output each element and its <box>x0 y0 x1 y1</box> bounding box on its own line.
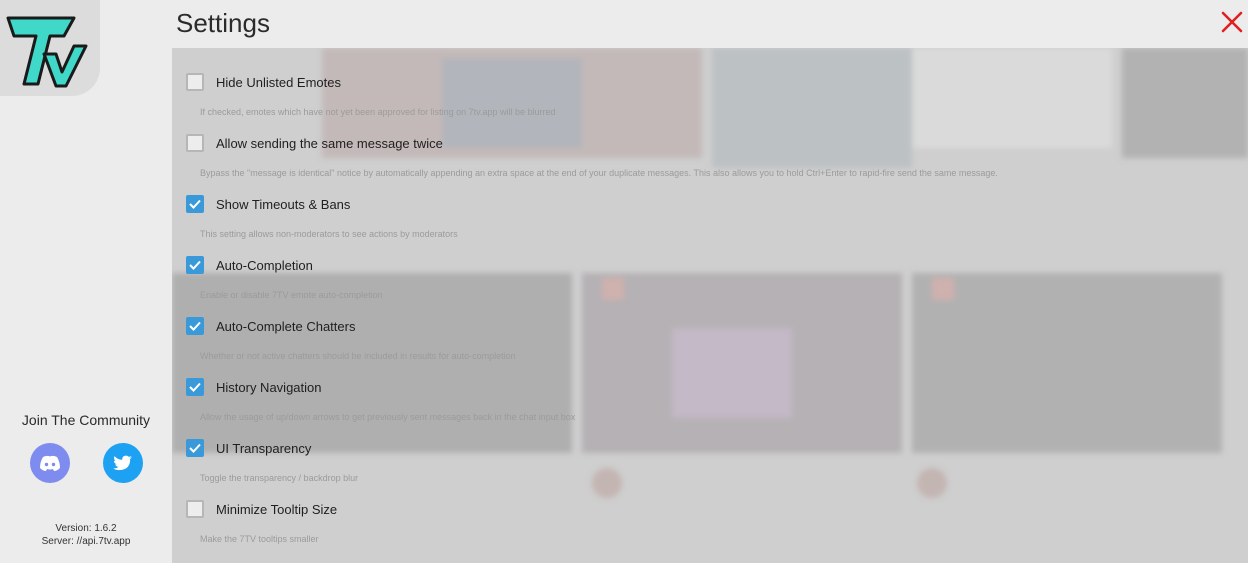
checkmark-icon <box>189 321 201 331</box>
setting-item: Auto-Completion Enable or disable 7TV emo… <box>186 256 1236 317</box>
checkmark-icon <box>189 199 201 209</box>
setting-label: Hide Unlisted Emotes <box>216 74 341 90</box>
setting-item: Auto-Complete Chatters Whether or not act… <box>186 317 1236 378</box>
setting-description: This setting allows non-moderators to se… <box>200 229 458 239</box>
settings-list: Hide Unlisted Emotes If checked, emotes w… <box>186 73 1236 561</box>
settings-panel: Hide Unlisted Emotes If checked, emotes w… <box>172 48 1248 563</box>
setting-toggle-row[interactable]: Show Timeouts & Bans <box>186 195 1236 213</box>
setting-toggle-row[interactable]: Minimize Tooltip Size <box>186 500 1236 518</box>
setting-toggle-row[interactable]: UI Transparency <box>186 439 1236 457</box>
discord-button[interactable] <box>30 443 70 483</box>
community-label: Join The Community <box>21 412 151 428</box>
setting-label: Auto-Complete Chatters <box>216 318 356 334</box>
setting-checkbox[interactable] <box>186 378 204 396</box>
discord-icon <box>40 455 60 471</box>
page-title: Settings <box>176 8 270 38</box>
setting-label: UI Transparency <box>216 440 312 456</box>
setting-toggle-row[interactable]: Hide Unlisted Emotes <box>186 73 1236 91</box>
server-text: Server: //api.7tv.app <box>41 536 131 547</box>
setting-description: Allow the usage of up/down arrows to get… <box>200 412 576 422</box>
version-info: Version: 1.6.2 Server: //api.7tv.app <box>0 522 172 548</box>
checkmark-icon <box>189 443 201 453</box>
settings-header: Settings <box>172 0 1248 48</box>
setting-label: Auto-Completion <box>216 257 313 273</box>
setting-description: Make the 7TV tooltips smaller <box>200 534 319 544</box>
checkmark-icon <box>189 382 201 392</box>
7tv-logo <box>0 0 100 96</box>
setting-checkbox[interactable] <box>186 134 204 152</box>
close-icon[interactable] <box>1220 10 1244 34</box>
setting-item: UI Transparency Toggle the transparency /… <box>186 439 1236 500</box>
setting-item: History Navigation Allow the usage of up/… <box>186 378 1236 439</box>
setting-checkbox[interactable] <box>186 439 204 457</box>
setting-checkbox[interactable] <box>186 73 204 91</box>
version-text: Version: 1.6.2 <box>55 523 117 534</box>
setting-checkbox[interactable] <box>186 500 204 518</box>
setting-toggle-row[interactable]: Auto-Completion <box>186 256 1236 274</box>
setting-description: Enable or disable 7TV emote auto-complet… <box>200 290 383 300</box>
setting-item: Show Timeouts & Bans This setting allows … <box>186 195 1236 256</box>
setting-item: Minimize Tooltip Size Make the 7TV toolti… <box>186 500 1236 561</box>
setting-description: Toggle the transparency / backdrop blur <box>200 473 359 483</box>
setting-toggle-row[interactable]: Allow sending the same message twice <box>186 134 1236 152</box>
setting-label: Allow sending the same message twice <box>216 135 443 151</box>
setting-item: Allow sending the same message twice Bypa… <box>186 134 1236 195</box>
setting-toggle-row[interactable]: Auto-Complete Chatters <box>186 317 1236 335</box>
checkmark-icon <box>189 260 201 270</box>
setting-label: Show Timeouts & Bans <box>216 196 351 212</box>
twitter-icon <box>113 455 133 470</box>
sidebar: Join The Community Version: 1.6.2 Server… <box>0 0 172 563</box>
setting-toggle-row[interactable]: History Navigation <box>186 378 1236 396</box>
setting-description: Whether or not active chatters should be… <box>200 351 516 361</box>
setting-checkbox[interactable] <box>186 317 204 335</box>
setting-checkbox[interactable] <box>186 195 204 213</box>
twitter-button[interactable] <box>103 443 143 483</box>
setting-label: History Navigation <box>216 379 322 395</box>
setting-checkbox[interactable] <box>186 256 204 274</box>
setting-label: Minimize Tooltip Size <box>216 501 338 517</box>
setting-description: If checked, emotes which have not yet be… <box>200 107 556 117</box>
setting-description: Bypass the "message is identical" notice… <box>200 168 998 178</box>
setting-item: Hide Unlisted Emotes If checked, emotes w… <box>186 73 1236 134</box>
